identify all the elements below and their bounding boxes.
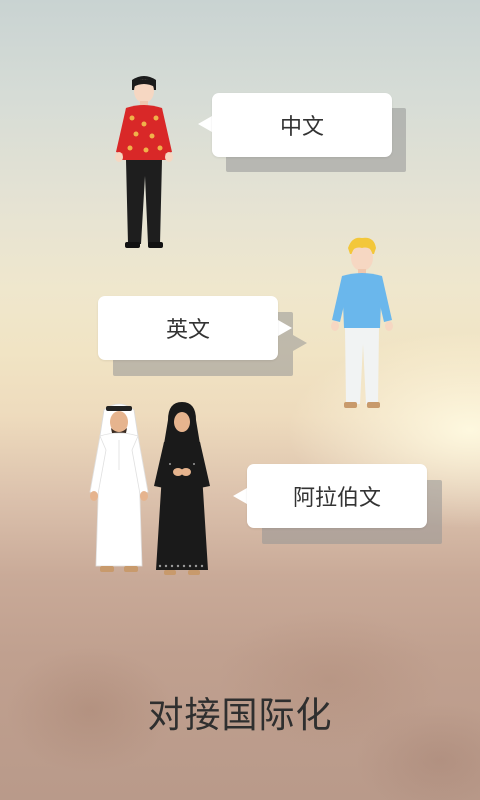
man-white-thobe-figure	[89, 403, 149, 572]
man-red-tang-suit-figure	[115, 76, 173, 248]
arabic-bubble-label: 阿拉伯文	[292, 486, 381, 511]
arabic-bubble-tail	[233, 488, 247, 504]
background-haze	[0, 560, 480, 800]
english-bubble-tail	[278, 320, 292, 336]
arabic-bubble: 阿拉伯文	[247, 464, 427, 528]
english-bubble-tail-shadow	[293, 335, 307, 351]
woman-black-abaya-figure	[154, 402, 210, 575]
chinese-bubble-label: 中文	[279, 115, 324, 140]
chinese-bubble: 中文	[212, 93, 392, 157]
english-bubble: 英文	[98, 296, 278, 360]
chinese-bubble-tail	[198, 116, 212, 132]
man-blue-sweater-figure	[331, 237, 393, 408]
page-caption: 对接国际化	[147, 695, 333, 736]
english-bubble-label: 英文	[165, 318, 210, 343]
